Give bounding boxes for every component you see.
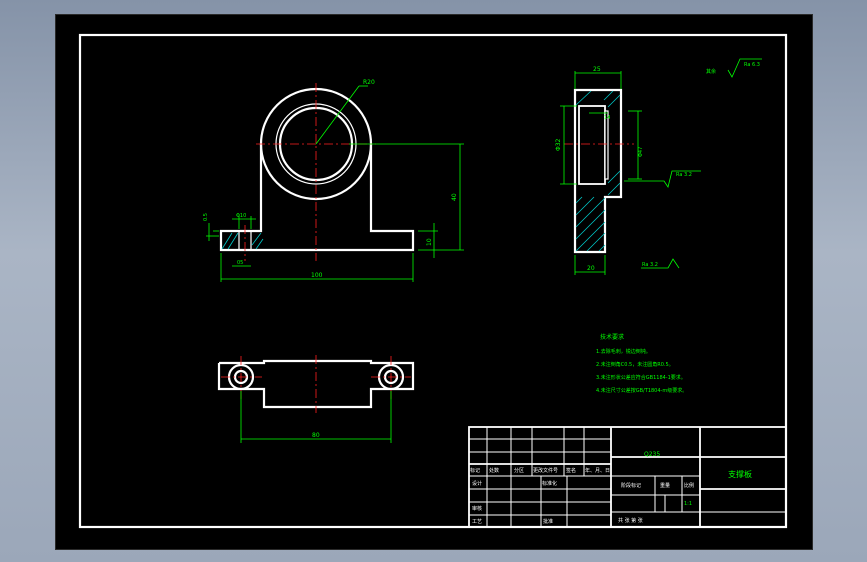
- roughness-general-label: 其余: [706, 68, 716, 75]
- dim-phi10: Φ10: [236, 213, 246, 219]
- rev-header-doc: 更改文件号: [533, 467, 558, 474]
- rev-header-sign: 签名: [566, 467, 576, 474]
- dim-10: 10: [426, 238, 433, 246]
- rev-header-date: 年、月、日: [585, 467, 610, 474]
- dim-80: 80: [312, 432, 320, 439]
- roughness-base-value: Ra 3.2: [642, 262, 658, 268]
- roughness-general-value: Ra 6.3: [744, 62, 760, 68]
- bore-section: [578, 105, 606, 185]
- technical-notes: 技术要求 1.去除毛刺，锐边倒钝。 2.未注倒角C0.5，未注圆角R0.5。 3…: [596, 333, 687, 394]
- dim-phi47: Φ47: [638, 147, 644, 157]
- sheet-info: 共 张 第 张: [618, 517, 643, 524]
- dim-05: 05: [237, 260, 243, 266]
- dim-0-5: 0.5: [203, 213, 209, 221]
- approve-label: 批准: [543, 518, 553, 525]
- roughness-bore-value: Ra 3.2: [676, 172, 692, 178]
- dim-r20: R20: [363, 79, 375, 86]
- part-name-text: 支撑板: [728, 469, 752, 479]
- bracket-body-outline: [219, 144, 415, 252]
- drawing-sheet: R20 40 10 100 Φ10 0.5 05 25 14 Φ32 Φ47 2…: [55, 14, 813, 550]
- dim-phi32: Φ32: [555, 138, 562, 151]
- dim-14: 14: [604, 115, 610, 121]
- rev-header-count: 处数: [489, 467, 499, 474]
- notes-title: 技术要求: [600, 333, 624, 341]
- note-3: 3.未注形状公差应符合GB1184-1要求。: [596, 374, 686, 381]
- weight-label: 重量: [660, 482, 670, 489]
- side-view: [564, 88, 634, 254]
- drawing-canvas: R20 40 10 100 Φ10 0.5 05 25 14 Φ32 Φ47 2…: [78, 33, 788, 529]
- dim-20: 20: [587, 265, 595, 272]
- front-view: [219, 83, 415, 261]
- note-1: 1.去除毛刺，锐边倒钝。: [596, 348, 651, 355]
- dim-40: 40: [451, 193, 458, 201]
- front-hatch: [221, 232, 264, 250]
- title-block: Q235 支撑板 1:1 标记 处数 分区 更改文件号 签名 年、月、日 设计 …: [468, 426, 787, 528]
- design-label: 设计: [472, 480, 482, 487]
- rev-header-zone: 分区: [514, 467, 524, 474]
- check-label: 审核: [472, 505, 482, 512]
- standardize-label: 标准化: [542, 480, 557, 487]
- roughness-symbols: 其余 Ra 6.3 Ra 3.2 Ra 3.2: [624, 58, 762, 269]
- process-label: 工艺: [472, 519, 482, 525]
- dim-25: 25: [593, 66, 601, 73]
- dim-100: 100: [311, 272, 323, 279]
- rev-header-mark: 标记: [470, 467, 480, 474]
- material-text: Q235: [644, 451, 660, 458]
- scale-text: 1:1: [684, 501, 692, 507]
- note-2: 2.未注倒角C0.5，未注圆角R0.5。: [596, 361, 674, 368]
- scale-label: 比例: [684, 482, 694, 489]
- bore-counterbore: [604, 110, 609, 180]
- stage-mark-label: 阶段标记: [621, 482, 641, 489]
- drawing-frame: [78, 33, 788, 529]
- note-4: 4.未注尺寸公差按GB/T1804-m级要求。: [596, 387, 687, 394]
- top-view: [217, 355, 415, 413]
